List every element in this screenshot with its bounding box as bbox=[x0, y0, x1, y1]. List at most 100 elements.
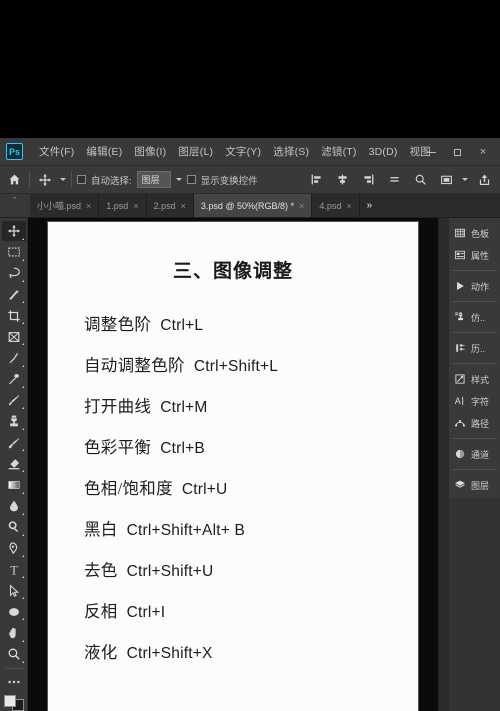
options-bar: 自动选择: 图层 显示变换控件 bbox=[0, 166, 500, 194]
clone-stamp-tool[interactable] bbox=[2, 411, 26, 431]
share-icon[interactable] bbox=[474, 170, 494, 190]
maximize-button[interactable] bbox=[444, 141, 470, 163]
right-panel-item[interactable]: 历.. bbox=[449, 337, 500, 359]
pen-tool[interactable] bbox=[2, 538, 26, 558]
eraser-tool[interactable] bbox=[2, 454, 26, 474]
right-panel-item[interactable]: 样式 bbox=[449, 368, 500, 390]
right-panel-item[interactable]: 路径 bbox=[449, 412, 500, 434]
right-panel-item[interactable]: 动作 bbox=[449, 275, 500, 297]
shortcut-row: 色相/饱和度 Ctrl+U bbox=[84, 475, 396, 499]
menu-item-0[interactable]: 文件(F) bbox=[33, 141, 80, 162]
tool-preset-chevron-down-icon[interactable] bbox=[60, 178, 66, 181]
right-panel-item-label: 动作 bbox=[471, 281, 490, 292]
document-tab[interactable]: 2.psd × bbox=[146, 194, 194, 217]
healing-brush-tool[interactable] bbox=[2, 369, 26, 389]
right-panel-item-label: 通道 bbox=[471, 449, 490, 460]
play-actions-icon bbox=[453, 279, 467, 293]
shortcut-keys: Ctrl+Shift+U bbox=[126, 563, 214, 580]
shortcut-name: 色彩平衡 bbox=[84, 438, 152, 457]
eyedropper-tool[interactable] bbox=[2, 348, 26, 368]
auto-select-target-dropdown[interactable]: 图层 bbox=[136, 171, 171, 188]
auto-select-checkbox[interactable] bbox=[77, 175, 86, 184]
magic-wand-tool[interactable] bbox=[2, 284, 26, 304]
right-panel-item[interactable]: 通道 bbox=[449, 443, 500, 465]
right-panel-item-label: 图层 bbox=[471, 480, 490, 491]
menu-item-7[interactable]: 3D(D) bbox=[363, 143, 404, 161]
align-center-vertical-icon[interactable] bbox=[332, 170, 352, 190]
right-panel-collapse-rail[interactable] bbox=[438, 218, 448, 711]
right-panel-item-label: 色板 bbox=[471, 228, 490, 239]
lasso-tool[interactable] bbox=[2, 263, 26, 283]
minimize-button[interactable] bbox=[418, 141, 444, 163]
tab-overflow-button[interactable]: » bbox=[360, 194, 380, 217]
move-tool-icon[interactable] bbox=[35, 170, 55, 190]
right-panel-item[interactable]: 仿.. bbox=[449, 306, 500, 328]
ellipse-tool[interactable] bbox=[2, 602, 26, 622]
color-swatches[interactable] bbox=[3, 695, 24, 711]
menu-item-4[interactable]: 文字(Y) bbox=[219, 141, 267, 162]
auto-select-chevron-down-icon[interactable] bbox=[175, 178, 182, 181]
gradient-tool[interactable] bbox=[2, 475, 26, 495]
shortcut-name: 液化 bbox=[84, 643, 118, 662]
menu-item-3[interactable]: 图层(L) bbox=[172, 141, 219, 162]
dodge-tool[interactable] bbox=[2, 517, 26, 537]
arrange-documents-icon[interactable] bbox=[436, 170, 456, 190]
properties-icon bbox=[453, 248, 467, 262]
shortcut-name: 调整色阶 bbox=[84, 315, 152, 334]
crop-tool[interactable] bbox=[2, 306, 26, 326]
hand-tool[interactable] bbox=[2, 623, 26, 643]
document-heading: 三、图像调整 bbox=[172, 261, 293, 282]
tab-close-icon[interactable]: × bbox=[181, 201, 186, 211]
menu-item-1[interactable]: 编辑(E) bbox=[80, 141, 128, 162]
canvas-area[interactable]: 三、图像调整 调整色阶 Ctrl+L 自动调整色阶 Ctrl+Shift+L 打开曲线 C… bbox=[28, 218, 438, 711]
tools-panel: T bbox=[0, 218, 28, 711]
document-tab-active[interactable]: 3.psd @ 50%(RGB/8) * × bbox=[193, 194, 313, 217]
tab-close-icon[interactable]: × bbox=[346, 201, 351, 211]
document-tab[interactable]: 4.psd × bbox=[312, 194, 360, 217]
home-icon[interactable] bbox=[4, 170, 24, 190]
shortcut-name: 去色 bbox=[84, 561, 118, 580]
arrange-chevron-down-icon[interactable] bbox=[462, 178, 468, 181]
document-tab[interactable]: 1.psd × bbox=[99, 194, 147, 217]
right-panel-item[interactable]: A 字符 bbox=[449, 390, 500, 412]
foreground-color-swatch[interactable] bbox=[3, 695, 16, 708]
auto-select-target-value: 图层 bbox=[141, 175, 160, 185]
right-panel-item[interactable]: 色板 bbox=[449, 222, 500, 244]
menu-item-5[interactable]: 选择(S) bbox=[267, 141, 315, 162]
show-transform-checkbox[interactable] bbox=[186, 175, 196, 184]
move-tool[interactable] bbox=[1, 221, 26, 242]
distribute-icon[interactable] bbox=[384, 170, 404, 190]
tab-close-icon[interactable]: × bbox=[133, 201, 138, 211]
right-panel-item-label: 属性 bbox=[471, 250, 490, 261]
menu-item-2[interactable]: 图像(I) bbox=[128, 141, 172, 162]
history-brush-tool[interactable] bbox=[2, 433, 26, 453]
paths-icon bbox=[453, 416, 467, 430]
tab-close-icon[interactable]: × bbox=[299, 201, 304, 211]
zoom-tool[interactable] bbox=[2, 644, 26, 664]
frame-tool[interactable] bbox=[2, 327, 26, 347]
marquee-tool[interactable] bbox=[2, 242, 26, 262]
shortcut-row: 黑白 Ctrl+Shift+Alt+ B bbox=[84, 516, 396, 540]
menu-item-6[interactable]: 滤镜(T) bbox=[315, 141, 362, 162]
right-panel-divider bbox=[452, 469, 497, 470]
right-panel-item[interactable]: 属性 bbox=[449, 244, 500, 266]
blur-drop-icon[interactable] bbox=[2, 496, 26, 516]
document-tab[interactable]: 小小喵.psd × bbox=[30, 194, 100, 217]
align-left-icon[interactable] bbox=[306, 170, 326, 190]
align-right-icon[interactable] bbox=[358, 170, 378, 190]
shortcut-keys: Ctrl+Shift+Alt+ B bbox=[126, 522, 246, 539]
tab-close-icon[interactable]: × bbox=[86, 201, 91, 211]
shortcut-keys: Ctrl+Shift+X bbox=[126, 645, 213, 662]
tab-label: 3.psd @ 50%(RGB/8) * bbox=[200, 200, 295, 211]
menu-bar: Ps 文件(F) 编辑(E) 图像(I) 图层(L) 文字(Y) 选择(S) 滤镜(T) 3D… bbox=[0, 138, 500, 166]
more-tools-ellipsis-icon[interactable] bbox=[2, 672, 26, 692]
path-selection-tool[interactable] bbox=[2, 581, 26, 601]
svg-text:T: T bbox=[10, 563, 18, 577]
brush-tool[interactable] bbox=[2, 390, 26, 410]
type-tool[interactable]: T bbox=[2, 560, 26, 580]
close-button[interactable]: × bbox=[470, 141, 496, 163]
search-icon[interactable] bbox=[410, 170, 430, 190]
tab-bar-grip[interactable]: " bbox=[0, 194, 30, 217]
right-panel: 色板属性动作仿.. 历.. 样式 A 字符 路径通道图层 bbox=[448, 218, 500, 711]
right-panel-item[interactable]: 图层 bbox=[449, 474, 500, 496]
